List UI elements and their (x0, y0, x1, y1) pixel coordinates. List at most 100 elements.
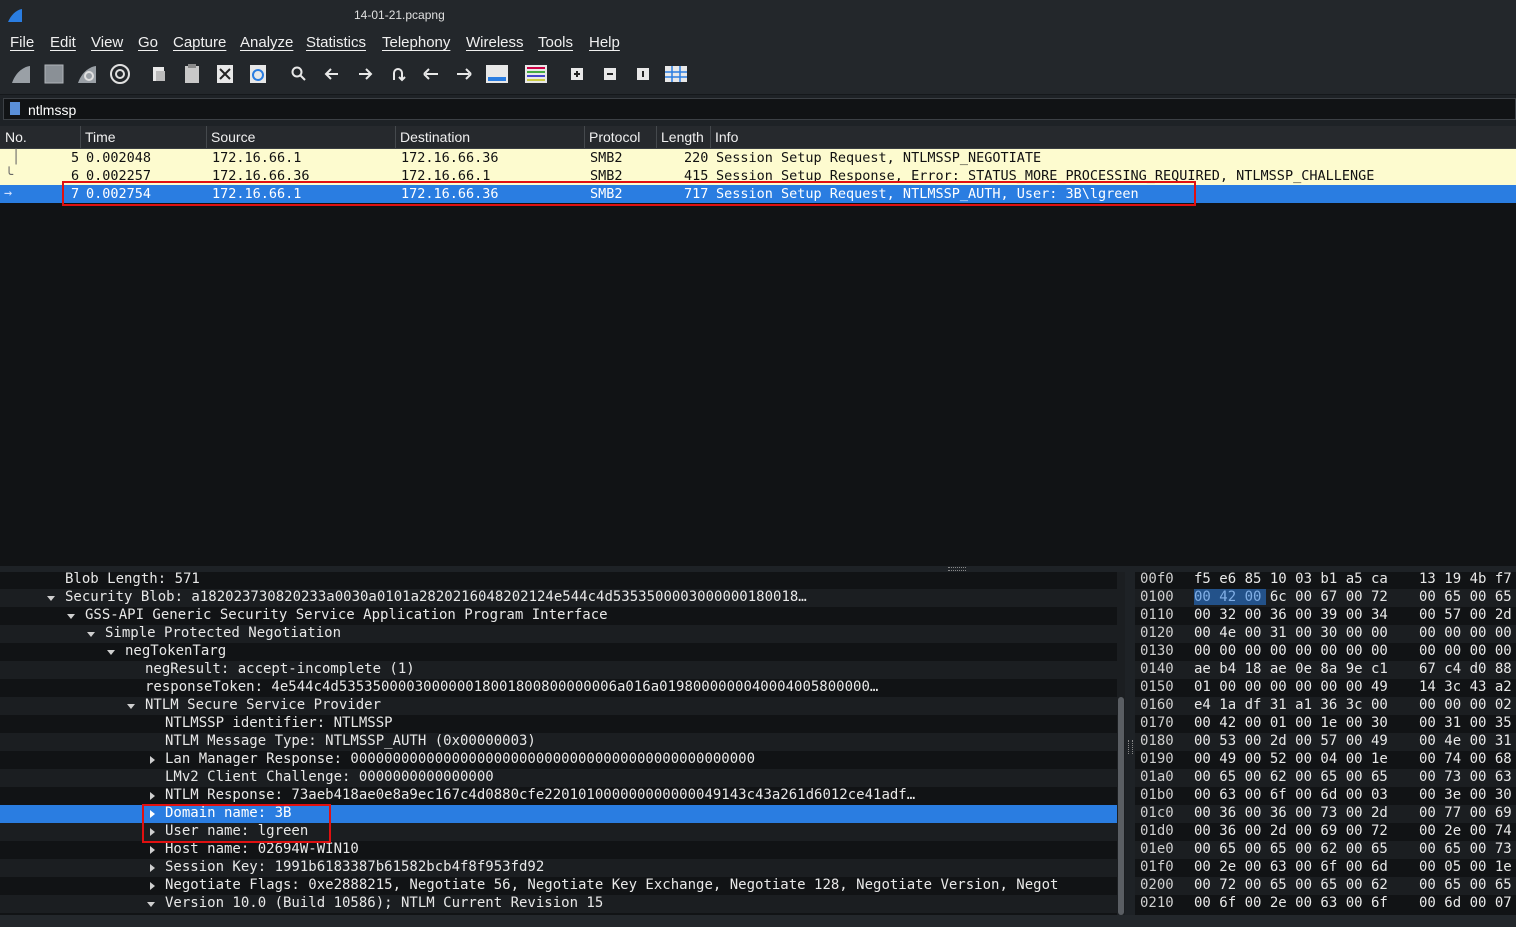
tree-item[interactable]: Blob Length: 571 (0, 572, 1117, 589)
collapsed-arrow-icon[interactable] (150, 864, 155, 872)
hex-row[interactable]: 0170 00 42 00 01 00 1e 00 30 00 31 00 35 (1135, 715, 1516, 733)
first-packet-icon[interactable] (419, 62, 443, 86)
packet-bytes-pane: 00f0 f5 e6 85 10 03 b1 a5 ca 13 19 4b f7 0… (1135, 572, 1516, 915)
tree-item[interactable]: NTLM Response: 73aeb418ae0e8a9ec167c4d08… (0, 787, 1117, 805)
stop-square-icon[interactable] (42, 62, 66, 86)
hex-row[interactable]: 0100 00 42 00 6c 00 67 00 72 00 65 00 65 (1135, 589, 1516, 607)
packet-info: Session Setup Request, NTLMSSP_NEGOTIATE (716, 150, 1042, 166)
close-file-icon[interactable] (213, 62, 237, 86)
tree-item[interactable]: NTLM Secure Service Provider (0, 697, 1117, 715)
normal-size-icon[interactable] (631, 62, 655, 86)
expanded-arrow-icon[interactable] (147, 902, 155, 907)
zoom-out-icon[interactable] (598, 62, 622, 86)
hex-row[interactable]: 01c0 00 36 00 36 00 73 00 2d 00 77 00 69 (1135, 805, 1516, 823)
open-file-icon[interactable] (147, 62, 171, 86)
menu-help[interactable]: Help (589, 34, 620, 51)
tree-item-text: Negotiate Flags: 0xe2888215, Negotiate 5… (165, 877, 1059, 893)
display-filter-input[interactable] (26, 100, 1510, 120)
tree-item[interactable]: Security Blob: a182023730820233a0030a010… (0, 589, 1117, 607)
find-packet-icon[interactable] (287, 62, 311, 86)
tree-item-text: Simple Protected Negotiation (105, 625, 342, 641)
menu-file[interactable]: File (10, 34, 34, 51)
last-packet-icon[interactable] (452, 62, 476, 86)
tree-item[interactable]: Session Key: 1991b6183387b61582bcb4f8f95… (0, 859, 1117, 877)
menu-view[interactable]: View (91, 34, 123, 51)
col-header-no[interactable]: No. (5, 129, 27, 145)
tree-item[interactable]: negTokenTarg (0, 643, 1117, 661)
collapsed-arrow-icon[interactable] (150, 756, 155, 764)
hex-row[interactable]: 0180 00 53 00 2d 00 57 00 49 00 4e 00 31 (1135, 733, 1516, 751)
hex-row[interactable]: 00f0 f5 e6 85 10 03 b1 a5 ca 13 19 4b f7 (1135, 572, 1516, 589)
hex-row[interactable]: 0130 00 00 00 00 00 00 00 00 00 00 00 00 (1135, 643, 1516, 661)
tree-item[interactable]: Simple Protected Negotiation (0, 625, 1117, 643)
tree-item[interactable]: Negotiate Flags: 0xe2888215, Negotiate 5… (0, 877, 1117, 895)
save-file-icon[interactable] (180, 62, 204, 86)
capture-options-gear-icon[interactable] (108, 62, 132, 86)
collapsed-arrow-icon[interactable] (150, 846, 155, 854)
bookmark-icon[interactable] (10, 102, 20, 115)
hex-row[interactable]: 0140 ae b4 18 ae 0e 8a 9e c1 67 c4 d0 88 (1135, 661, 1516, 679)
display-filter-box (3, 98, 1516, 120)
tree-item[interactable]: Lan Manager Response: 000000000000000000… (0, 751, 1117, 769)
tree-item[interactable]: NTLM Message Type: NTLMSSP_AUTH (0x00000… (0, 733, 1117, 751)
hex-row[interactable]: 0110 00 32 00 36 00 39 00 34 00 57 00 2d (1135, 607, 1516, 625)
menu-capture[interactable]: Capture (173, 34, 226, 51)
col-header-source[interactable]: Source (211, 129, 255, 145)
hex-row[interactable]: 0150 01 00 00 00 00 00 00 49 14 3c 43 a2 (1135, 679, 1516, 697)
pane-splitter[interactable] (1125, 572, 1135, 915)
tree-item[interactable]: negResult: accept-incomplete (1) (0, 661, 1117, 679)
tree-item[interactable]: Version 10.0 (Build 10586); NTLM Current… (0, 895, 1117, 913)
zoom-in-icon[interactable] (565, 62, 589, 86)
hex-row[interactable]: 01e0 00 65 00 65 00 62 00 65 00 65 00 73 (1135, 841, 1516, 859)
hex-row[interactable]: 0210 00 6f 00 2e 00 63 00 6f 00 6d 00 07 (1135, 895, 1516, 913)
menu-edit[interactable]: Edit (50, 34, 76, 51)
col-header-info[interactable]: Info (715, 129, 738, 145)
tree-item[interactable]: Host name: 02694W-WIN10 (0, 841, 1117, 859)
col-header-destination[interactable]: Destination (400, 129, 470, 145)
menu-go[interactable]: Go (138, 34, 158, 51)
autoscroll-icon[interactable] (485, 62, 509, 86)
packet-no: 5 (71, 150, 80, 166)
resize-columns-icon[interactable] (664, 62, 688, 86)
packet-source: 172.16.66.1 (212, 150, 302, 166)
hex-row[interactable]: 0160 e4 1a df 31 a1 36 3c 00 00 00 00 02 (1135, 697, 1516, 715)
scrollbar-thumb[interactable] (1118, 697, 1124, 915)
expanded-arrow-icon[interactable] (127, 704, 135, 709)
reload-file-icon[interactable] (246, 62, 270, 86)
collapsed-arrow-icon[interactable] (150, 882, 155, 890)
hex-row[interactable]: 01d0 00 36 00 2d 00 69 00 72 00 2e 00 74 (1135, 823, 1516, 841)
tree-item[interactable]: NTLMSSP identifier: NTLMSSP (0, 715, 1117, 733)
collapsed-arrow-icon[interactable] (150, 792, 155, 800)
go-back-icon[interactable] (320, 62, 344, 86)
col-header-protocol[interactable]: Protocol (589, 129, 640, 145)
expanded-arrow-icon[interactable] (107, 650, 115, 655)
menu-telephony[interactable]: Telephony (382, 34, 450, 51)
hex-row[interactable]: 0190 00 49 00 52 00 04 00 1e 00 74 00 68 (1135, 751, 1516, 769)
go-to-packet-icon[interactable] (386, 62, 410, 86)
annotation-highlight-box (142, 804, 331, 843)
menu-statistics[interactable]: Statistics (306, 34, 366, 51)
menu-wireless[interactable]: Wireless (466, 34, 524, 51)
tree-item[interactable]: responseToken: 4e544c4d53535000030000001… (0, 679, 1117, 697)
expanded-arrow-icon[interactable] (67, 614, 75, 619)
menu-analyze[interactable]: Analyze (240, 34, 293, 51)
restart-capture-icon[interactable] (75, 62, 99, 86)
colorize-icon[interactable] (524, 62, 548, 86)
packet-row[interactable]: │ 5 0.002048 172.16.66.1 172.16.66.36 SM… (0, 149, 1516, 167)
go-forward-icon[interactable] (353, 62, 377, 86)
tree-item[interactable]: LMv2 Client Challenge: 0000000000000000 (0, 769, 1117, 787)
tree-item[interactable]: GSS-API Generic Security Service Applica… (0, 607, 1117, 625)
hex-row[interactable]: 01a0 00 65 00 62 00 65 00 65 00 73 00 63 (1135, 769, 1516, 787)
expanded-arrow-icon[interactable] (47, 596, 55, 601)
col-header-time[interactable]: Time (85, 129, 116, 145)
menu-tools[interactable]: Tools (538, 34, 573, 51)
hex-row[interactable]: 0200 00 72 00 65 00 65 00 62 00 65 00 65 (1135, 877, 1516, 895)
shark-fin-start-icon[interactable] (9, 62, 33, 86)
hex-row[interactable]: 0120 00 4e 00 31 00 30 00 00 00 00 00 00 (1135, 625, 1516, 643)
col-header-length[interactable]: Length (661, 129, 704, 145)
hex-row[interactable]: 01b0 00 63 00 6f 00 6d 00 03 00 3e 00 30 (1135, 787, 1516, 805)
expanded-arrow-icon[interactable] (87, 632, 95, 637)
hex-row[interactable]: 01f0 00 2e 00 63 00 6f 00 6d 00 05 00 1e (1135, 859, 1516, 877)
status-bar (0, 915, 1516, 927)
details-scrollbar[interactable] (1117, 572, 1125, 915)
